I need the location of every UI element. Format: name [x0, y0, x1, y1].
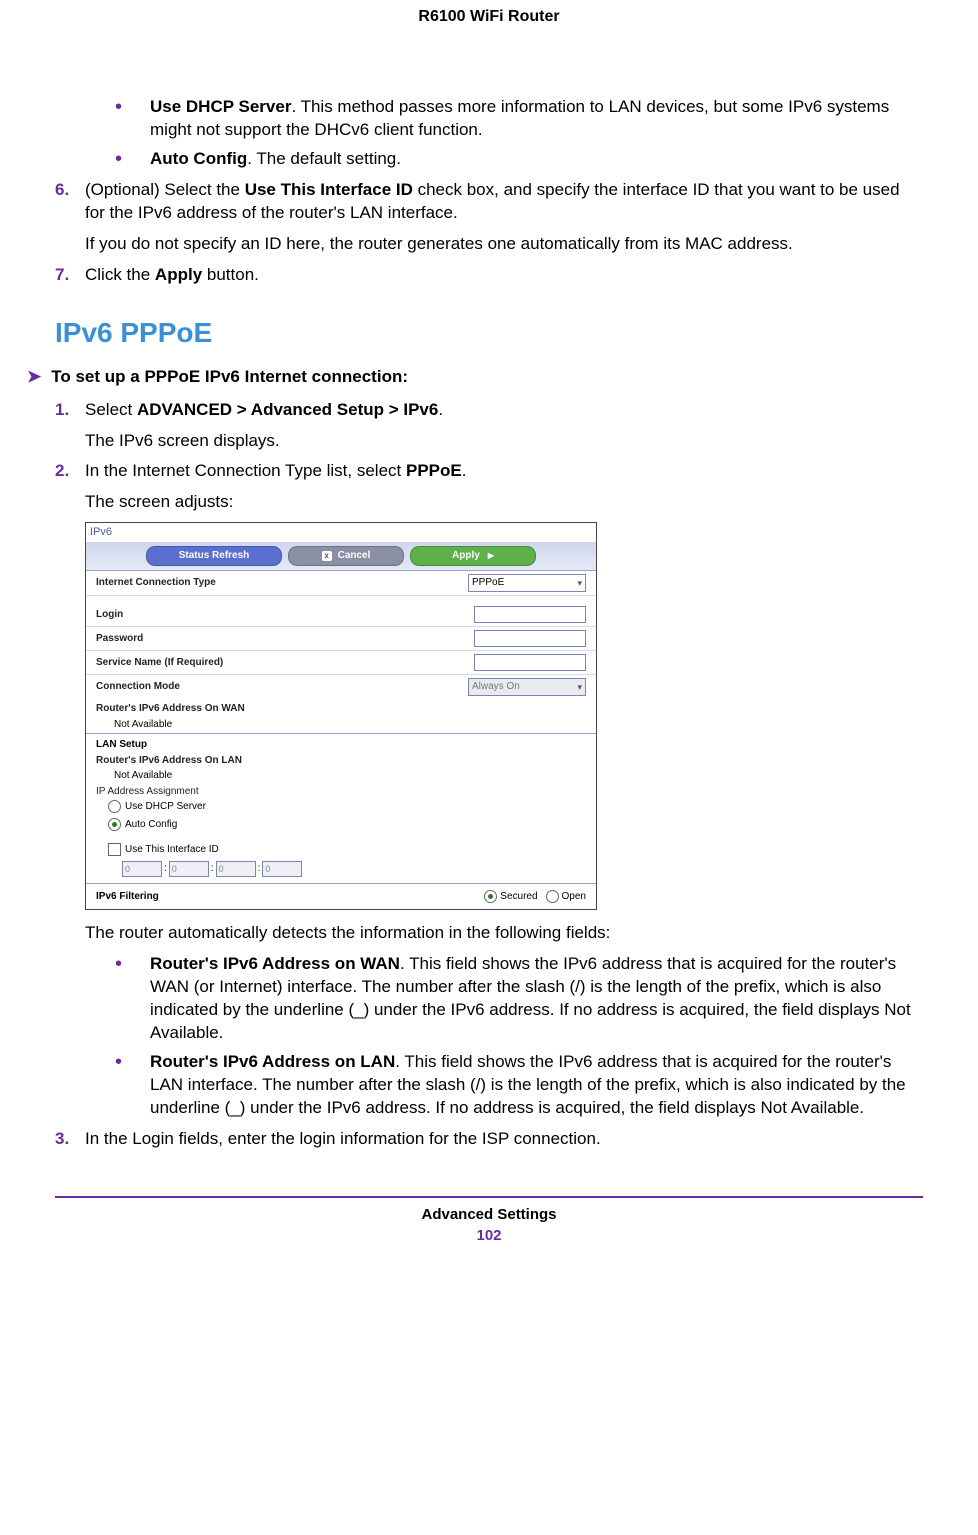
ipv6-config-screenshot: IPv6 Status Refresh xCancel Apply▶ Inter…: [85, 522, 597, 910]
lan-address-value: Not Available: [86, 767, 596, 785]
radio-row-dhcp[interactable]: Use DHCP Server: [86, 798, 596, 816]
status-refresh-button[interactable]: Status Refresh: [146, 546, 282, 566]
interface-id-seg-2[interactable]: 0: [169, 861, 209, 877]
password-input[interactable]: [474, 630, 586, 647]
chevron-down-icon: ▾: [577, 681, 582, 693]
list-item: Auto Config. The default setting.: [85, 148, 923, 171]
toolbar: Status Refresh xCancel Apply▶: [86, 542, 596, 570]
login-input[interactable]: [474, 606, 586, 623]
checkbox-use-interface-id[interactable]: [108, 843, 121, 856]
term: Router's IPv6 Address on WAN: [150, 954, 400, 973]
step-note: If you do not specify an ID here, the ro…: [85, 233, 923, 256]
interface-id-seg-1[interactable]: 0: [122, 861, 162, 877]
step-text: In the Login fields, enter the login inf…: [85, 1129, 601, 1148]
step-result: The screen adjusts:: [85, 491, 923, 514]
step-number: 7.: [55, 264, 69, 287]
interface-id-seg-3[interactable]: 0: [216, 861, 256, 877]
footer-section: Advanced Settings: [55, 1206, 923, 1223]
row-lan-address: Router's IPv6 Address On LAN: [86, 754, 596, 768]
panel-title: IPv6: [86, 523, 596, 542]
row-ipv6-filtering: IPv6 Filtering Secured Open: [86, 883, 596, 910]
row-connection-mode: Connection Mode Always On▾: [86, 674, 596, 699]
interface-id-seg-4[interactable]: 0: [262, 861, 302, 877]
row-login: Login: [86, 595, 596, 626]
step-1: 1. Select ADVANCED > Advanced Setup > IP…: [55, 399, 923, 453]
connection-mode-select[interactable]: Always On▾: [468, 678, 586, 696]
radio-row-auto-config[interactable]: Auto Config: [86, 816, 596, 834]
detect-intro: The router automatically detects the inf…: [85, 922, 923, 945]
list-item: Router's IPv6 Address on WAN. This field…: [85, 953, 923, 1045]
row-service-name: Service Name (If Required): [86, 650, 596, 674]
list-item: Router's IPv6 Address on LAN. This field…: [85, 1051, 923, 1120]
cancel-button[interactable]: xCancel: [288, 546, 404, 566]
radio-secured[interactable]: [484, 890, 497, 903]
section-heading-ipv6-pppoe: IPv6 PPPoE: [55, 317, 923, 349]
footer-page-number: 102: [55, 1227, 923, 1244]
step-text: Click the Apply button.: [85, 265, 259, 284]
desc: . The default setting.: [247, 149, 401, 168]
step-result: The IPv6 screen displays.: [85, 430, 923, 453]
step-text: In the Internet Connection Type list, se…: [85, 461, 466, 480]
detect-bullet-list: Router's IPv6 Address on WAN. This field…: [85, 953, 923, 1120]
term: Auto Config: [150, 149, 247, 168]
lan-setup-header: LAN Setup: [86, 733, 596, 754]
step-text: Select ADVANCED > Advanced Setup > IPv6.: [85, 400, 443, 419]
connection-type-select[interactable]: PPPoE▾: [468, 574, 586, 592]
step-6: 6. (Optional) Select the Use This Interf…: [55, 179, 923, 256]
row-ip-assignment: IP Address Assignment: [86, 785, 596, 799]
interface-id-inputs: 0: 0: 0: 0: [86, 859, 596, 883]
term: Use DHCP Server: [150, 97, 291, 116]
page-footer: Advanced Settings 102: [55, 1196, 923, 1244]
row-connection-type: Internet Connection Type PPPoE▾: [86, 570, 596, 595]
term: Router's IPv6 Address on LAN: [150, 1052, 395, 1071]
radio-secured-option[interactable]: Secured: [484, 890, 537, 904]
wan-address-value: Not Available: [86, 716, 596, 734]
row-wan-address: Router's IPv6 Address On WAN: [86, 699, 596, 716]
step-text: (Optional) Select the Use This Interface…: [85, 180, 900, 222]
list-item: Use DHCP Server. This method passes more…: [85, 96, 923, 142]
row-password: Password: [86, 626, 596, 650]
close-icon: x: [322, 551, 332, 561]
apply-button[interactable]: Apply▶: [410, 546, 536, 566]
step-number: 1.: [55, 399, 69, 422]
step-3: 3. In the Login fields, enter the login …: [55, 1128, 923, 1151]
step-7: 7. Click the Apply button.: [55, 264, 923, 287]
step-2: 2. In the Internet Connection Type list,…: [55, 460, 923, 1119]
chevron-down-icon: ▾: [577, 577, 582, 589]
radio-dhcp-server[interactable]: [108, 800, 121, 813]
check-row-interface-id[interactable]: Use This Interface ID: [86, 841, 596, 859]
task-heading: ➤To set up a PPPoE IPv6 Internet connect…: [27, 367, 923, 387]
page-header: R6100 WiFi Router: [55, 8, 923, 26]
step-number: 2.: [55, 460, 69, 483]
play-icon: ▶: [488, 551, 494, 562]
step-number: 6.: [55, 179, 69, 202]
intro-bullet-list: Use DHCP Server. This method passes more…: [85, 96, 923, 171]
service-name-input[interactable]: [474, 654, 586, 671]
step-number: 3.: [55, 1128, 69, 1151]
radio-auto-config[interactable]: [108, 818, 121, 831]
radio-open[interactable]: [546, 890, 559, 903]
chevron-icon: ➤: [27, 367, 41, 387]
radio-open-option[interactable]: Open: [546, 890, 586, 904]
